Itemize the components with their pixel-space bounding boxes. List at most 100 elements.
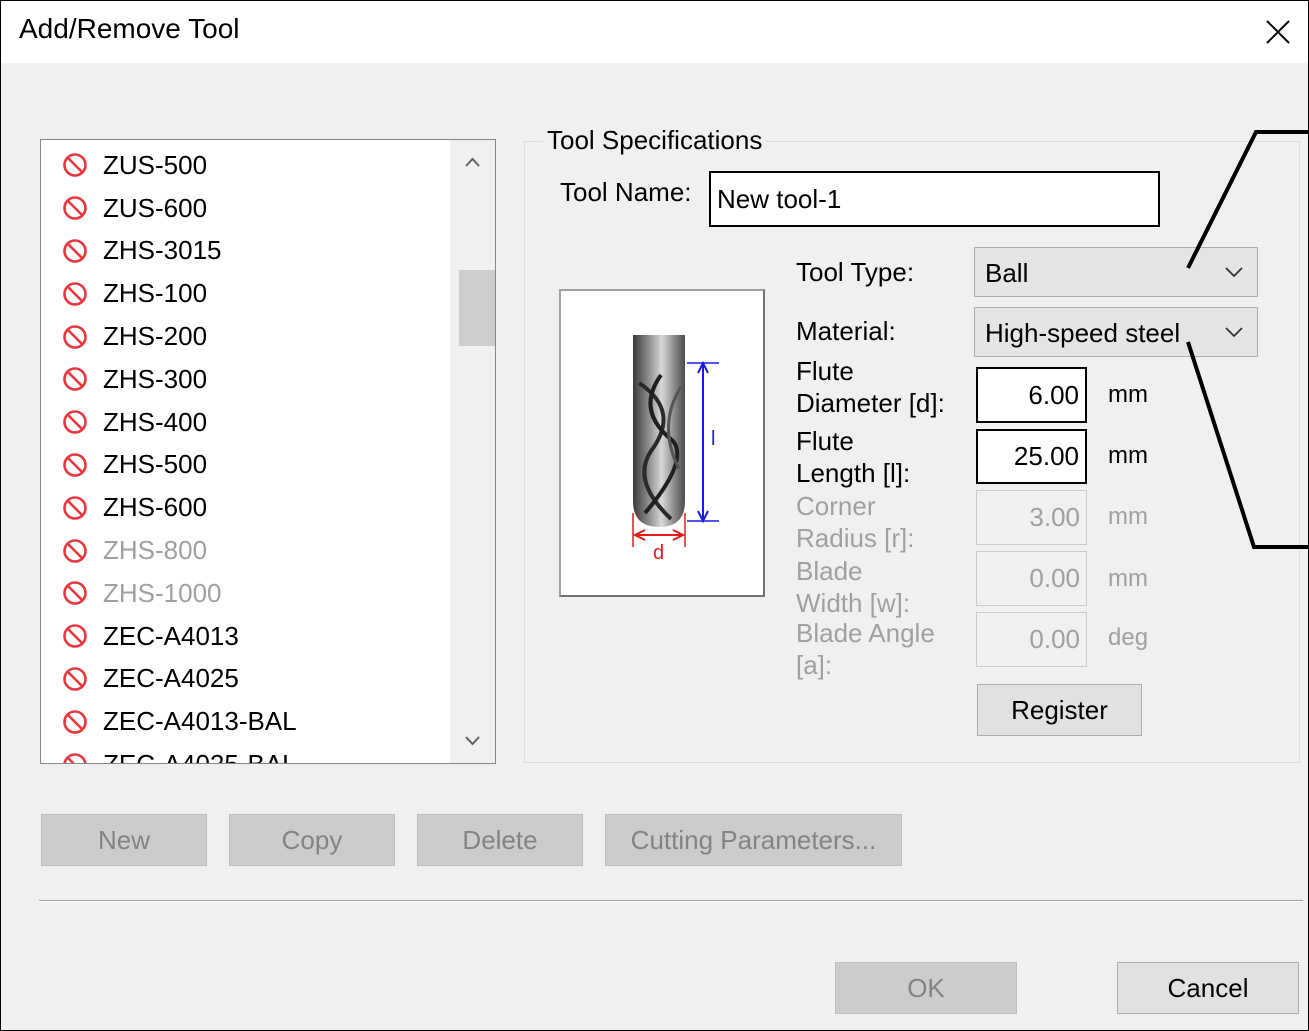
title-bar: Add/Remove Tool [1,1,1308,63]
tool-list-item-label: ZHS-3015 [103,235,222,266]
blade-angle-label-line1: Blade Angle [796,618,935,648]
tool-diagram: l d [559,289,765,597]
blade-angle-input[interactable] [976,612,1087,667]
flute-diameter-label-line1: Flute [796,356,854,386]
delete-button[interactable]: Delete [417,814,583,866]
tool-list[interactable]: ZUS-500 ZUS-600 ZHS-3015 ZHS-100 ZHS-200 ZHS-… [40,139,496,764]
tool-list-item[interactable]: ZHS-800 [41,529,449,572]
prohibited-icon [63,324,87,349]
flute-length-input[interactable] [976,429,1087,484]
blade-width-label-line2: Width [w]: [796,588,911,618]
blade-width-unit: mm [1108,565,1148,592]
tool-name-input[interactable] [709,171,1160,227]
tool-list-item-label: ZEC-A4013-BAL [103,706,297,737]
tool-list-item-label: ZEC-A4025-BAL [103,749,297,763]
tool-specifications-label: Tool Specifications [543,125,767,156]
prohibited-icon [63,538,87,563]
flute-diameter-input[interactable] [976,367,1087,423]
blade-angle-unit: deg [1108,624,1149,651]
diameter-dimension-label: d [653,542,664,564]
material-select[interactable]: High-speed steel [974,307,1258,357]
prohibited-icon [63,709,87,734]
tool-list-item[interactable]: ZHS-1000 [41,572,449,615]
tool-list-item-label: ZHS-500 [103,449,208,480]
tool-list-item-label: ZHS-300 [103,363,208,394]
tool-list-item[interactable]: ZHS-400 [41,401,449,444]
corner-radius-input[interactable] [976,490,1087,545]
flute-diameter-label-line2: Diameter [d]: [796,388,945,418]
tool-list-item[interactable]: ZEC-A4013 [41,615,449,658]
tool-list-item[interactable]: ZHS-3015 [41,230,449,273]
tool-list-item-label: ZEC-A4013 [103,620,239,651]
tool-list-item[interactable]: ZEC-A4025-BAL [41,743,449,763]
tool-list-item-label: ZHS-800 [103,535,208,566]
prohibited-icon [63,624,87,648]
register-button[interactable]: Register [977,684,1142,736]
tool-list-item-label: ZHS-200 [103,321,208,352]
scroll-up-button[interactable] [450,140,495,185]
copy-button[interactable]: Copy [229,814,395,866]
ball-end-mill-icon: l d [632,335,719,564]
separator-line [39,900,1303,902]
prohibited-icon [63,239,87,263]
length-dimension-label: l [711,428,715,450]
corner-radius-unit: mm [1108,503,1148,530]
tool-name-label: Tool Name: [560,177,692,207]
window-title: Add/Remove Tool [19,13,240,44]
tool-list-item-label: ZUS-600 [103,192,208,223]
chevron-down-icon [1225,327,1243,338]
tool-list-item[interactable]: ZEC-A4025 [41,658,449,701]
tool-list-scrollbar[interactable] [450,140,495,763]
tool-list-item-label: ZUS-500 [103,149,208,180]
add-remove-tool-dialog: Add/Remove Tool ZUS-500 ZUS-600 ZHS-3015 ZH… [0,0,1309,1031]
prohibited-icon [63,752,87,763]
cutting-parameters-button[interactable]: Cutting Parameters... [605,814,902,866]
corner-radius-label-line1: Corner [796,491,876,521]
prohibited-icon [63,281,87,306]
chevron-up-icon [465,157,480,167]
tool-list-items: ZUS-500 ZUS-600 ZHS-3015 ZHS-100 ZHS-200 ZHS-… [41,144,449,763]
close-button[interactable] [1248,1,1308,63]
tool-list-item-label: ZHS-100 [103,278,208,309]
prohibited-icon [63,495,87,520]
tool-list-item[interactable]: ZHS-500 [41,444,449,487]
prohibited-icon [63,410,87,434]
prohibited-icon [63,453,87,477]
tool-list-item[interactable]: ZHS-200 [41,315,449,358]
blade-width-input[interactable] [976,551,1087,606]
cancel-button[interactable]: Cancel [1117,962,1299,1014]
ok-button[interactable]: OK [835,962,1017,1014]
prohibited-icon [63,196,87,220]
flute-diameter-unit: mm [1108,381,1148,408]
tool-type-value: Ball [985,258,1029,288]
tool-type-label: Tool Type: [796,257,915,287]
scroll-thumb[interactable] [459,270,495,346]
tool-list-item[interactable]: ZUS-500 [41,144,449,187]
flute-length-unit: mm [1108,442,1148,469]
new-button[interactable]: New [41,814,207,866]
prohibited-icon [63,367,87,392]
prohibited-icon [63,667,87,691]
chevron-down-icon [1225,267,1243,278]
flute-length-label-line1: Flute [796,426,854,456]
tool-list-item-label: ZHS-400 [103,406,208,437]
tool-type-select[interactable]: Ball [974,247,1258,297]
flute-length-label-line2: Length [l]: [796,458,911,488]
corner-radius-label-line2: Radius [r]: [796,523,915,553]
tool-list-item[interactable]: ZUS-600 [41,187,449,230]
tool-list-item[interactable]: ZHS-100 [41,272,449,315]
blade-angle-label-line2: [a]: [796,650,833,680]
tool-list-item[interactable]: ZHS-600 [41,486,449,529]
tool-list-item-label: ZHS-600 [103,492,208,523]
tool-list-item-label: ZEC-A4025 [103,663,239,694]
scroll-down-button[interactable] [450,718,495,763]
prohibited-icon [63,581,87,606]
tool-list-item[interactable]: ZHS-300 [41,358,449,401]
close-icon [1266,20,1290,44]
prohibited-icon [63,153,87,178]
tool-list-item-label: ZHS-1000 [103,577,222,608]
tool-list-item[interactable]: ZEC-A4013-BAL [41,700,449,743]
material-label: Material: [796,316,896,346]
chevron-down-icon [465,736,480,746]
material-value: High-speed steel [985,318,1181,348]
